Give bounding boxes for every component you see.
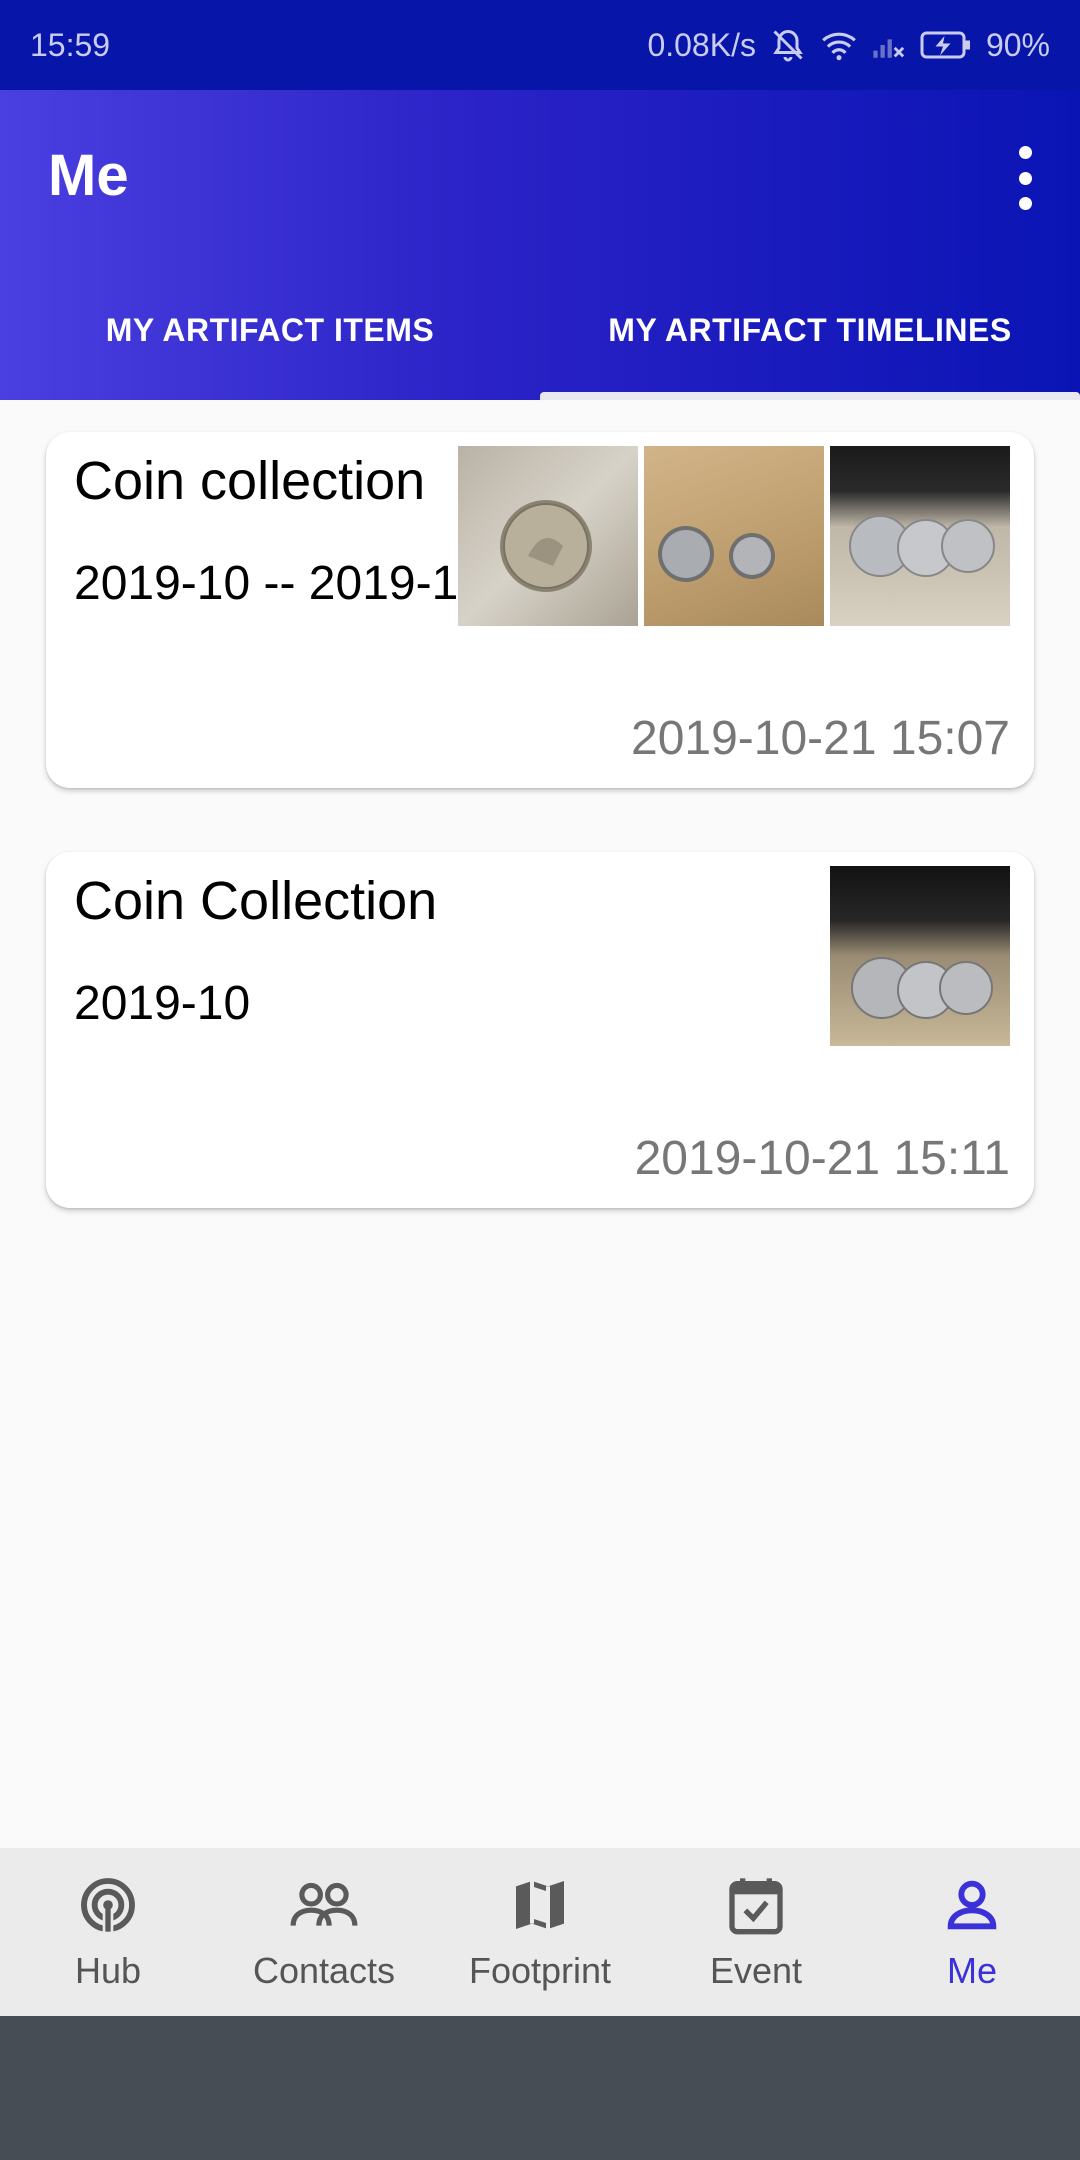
timeline-title: Coin Collection: [74, 871, 438, 931]
nav-item-hub[interactable]: Hub: [0, 1848, 216, 2016]
nav-item-event[interactable]: Event: [648, 1848, 864, 2016]
more-vert-icon[interactable]: [1000, 140, 1050, 216]
nav-label: Footprint: [468, 1949, 612, 1991]
status-time: 15:59: [30, 26, 111, 63]
timeline-timestamp: 2019-10-21 15:07: [631, 712, 1010, 765]
nav-label: Hub: [74, 1949, 142, 1991]
timeline-range: 2019-10 -- 2019-10: [74, 557, 485, 610]
tab-my-artifact-items[interactable]: MY ARTIFACT ITEMS: [0, 270, 540, 400]
coin-thumbnail: [830, 446, 1010, 626]
nav-label: Me: [946, 1949, 997, 1991]
battery-percent: 90%: [985, 26, 1050, 63]
tab-my-artifact-timelines[interactable]: MY ARTIFACT TIMELINES: [540, 270, 1080, 400]
contacts-icon: [288, 1873, 360, 1942]
battery-charging-icon: [920, 30, 972, 60]
person-icon: [940, 1873, 1004, 1942]
coin-thumbnail: [458, 446, 638, 626]
timeline-card[interactable]: Coin collection 2019-10 -- 2019-10 2019-…: [46, 432, 1034, 788]
calendar-icon: [724, 1873, 788, 1942]
tab-bar: MY ARTIFACT ITEMS MY ARTIFACT TIMELINES: [0, 270, 1080, 400]
coin-thumbnail: [644, 446, 824, 626]
map-icon: [508, 1873, 572, 1942]
system-navigation-bar: [0, 2016, 1080, 2160]
nav-label: Contacts: [252, 1949, 396, 1991]
page-title: Me: [48, 143, 129, 208]
nav-item-me[interactable]: Me: [864, 1848, 1080, 2016]
coin-thumbnail: [830, 866, 1010, 1046]
timeline-title: Coin collection: [74, 451, 426, 511]
timeline-timestamp: 2019-10-21 15:11: [634, 1132, 1010, 1185]
hub-icon: [76, 1873, 140, 1942]
net-speed: 0.08K/s: [647, 26, 756, 63]
status-icons: 0.08K/s 90%: [647, 27, 1050, 64]
nav-item-contacts[interactable]: Contacts: [216, 1848, 432, 2016]
nav-item-footprint[interactable]: Footprint: [432, 1848, 648, 2016]
signal-icon: [872, 30, 906, 60]
timeline-range: 2019-10: [74, 977, 251, 1030]
bottom-navigation: Hub Contacts Footprint Event Me: [0, 1848, 1080, 2016]
timeline-card[interactable]: Coin Collection 2019-10 2019-10-21 15:11: [46, 852, 1034, 1208]
nav-label: Event: [709, 1949, 803, 1991]
bell-muted-icon: [770, 27, 806, 63]
status-bar: 15:59 0.08K/s 90%: [0, 0, 1080, 90]
wifi-icon: [820, 28, 858, 62]
